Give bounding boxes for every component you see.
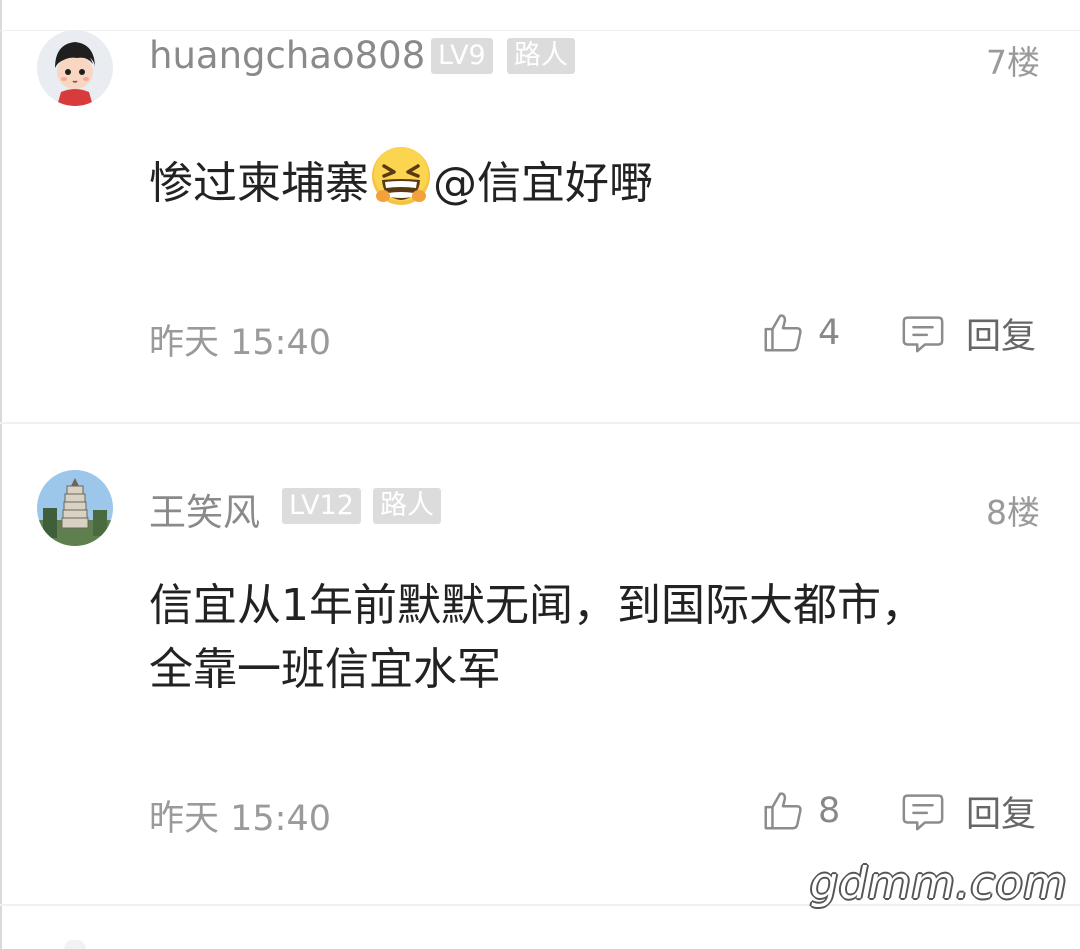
avatar-cartoon-boy-icon	[37, 30, 113, 106]
comment-text: 信宜从1年前默默无闻，到国际大都市，全靠一班信宜水军	[149, 580, 925, 695]
comment-text-part: @信宜好嘢	[433, 158, 653, 209]
comment-time: 昨天 15:40	[149, 323, 331, 363]
comment-text-part: 惨过柬埔寨	[149, 158, 369, 209]
comment-bubble-icon	[902, 794, 944, 831]
like-button[interactable]: 8	[760, 786, 840, 836]
comment-bubble-icon	[902, 316, 944, 353]
like-count: 8	[818, 791, 841, 831]
comment-time: 昨天 15:40	[149, 799, 331, 839]
avatar-pagoda-photo-icon	[37, 470, 113, 546]
thumbs-up-icon	[764, 314, 802, 352]
like-count: 4	[818, 313, 841, 353]
avatar[interactable]	[37, 30, 113, 106]
comment-text: 惨过柬埔寨 @信宜好嘢	[149, 144, 959, 216]
reply-label: 回复	[966, 316, 1037, 357]
watermark: gdmm.com	[810, 858, 1068, 909]
reply-button[interactable]: 回复	[900, 308, 1036, 358]
like-button[interactable]: 4	[760, 308, 840, 358]
role-badge: 路人	[507, 38, 575, 74]
comment-item: 王笑风 LV12 路人 8楼 信宜从1年前默默无闻，到国际大都市，全靠一班信宜水…	[0, 424, 1080, 904]
comment-item: huangchao808 LV9 路人 7楼 惨过柬埔寨 @信宜好嘢 昨天 15…	[0, 30, 1080, 423]
avatar[interactable]	[37, 470, 113, 546]
next-avatar-edge	[64, 940, 86, 949]
username[interactable]: huangchao808	[149, 34, 425, 77]
level-badge: LV9	[431, 38, 493, 74]
grinning-squint-emoji-icon	[372, 147, 430, 205]
username[interactable]: 王笑风	[149, 482, 260, 536]
reply-label: 回复	[966, 794, 1037, 835]
level-badge: LV12	[282, 488, 361, 524]
thumbs-up-icon	[764, 792, 802, 830]
floor-number: 7楼	[986, 43, 1040, 82]
role-badge: 路人	[373, 488, 441, 524]
floor-number: 8楼	[986, 493, 1040, 532]
reply-button[interactable]: 回复	[900, 786, 1036, 836]
